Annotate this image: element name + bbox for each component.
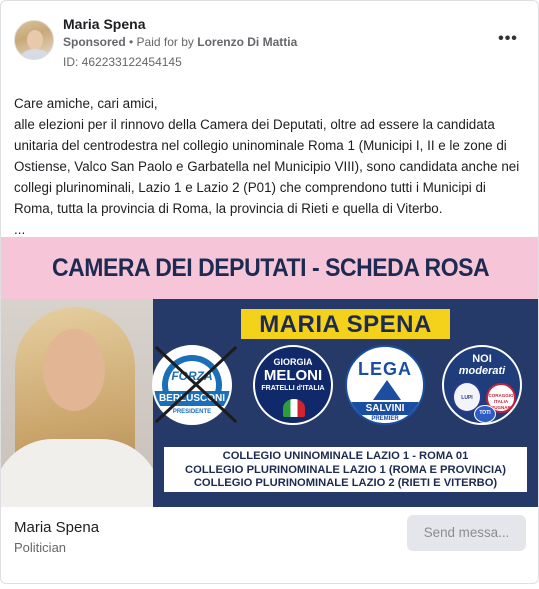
paid-for-prefix: Paid for by [136, 35, 198, 49]
footer-category: Politician [14, 540, 67, 555]
nm-top: NOI [472, 353, 492, 365]
warrior-icon [373, 380, 401, 400]
fratelli-italia-logo: GIORGIA MELONI FRATELLI d'ITALIA [253, 345, 333, 425]
noi-moderati-logo: NOI moderati LUPI CORAGGIO ITALIA BRUGNA… [442, 345, 522, 425]
advertiser-name[interactable]: Maria Spena [63, 16, 145, 32]
college-line: COLLEGIO PLURINOMINALE LAZIO 2 (RIETI E … [193, 477, 498, 489]
colleges-box: COLLEGIO UNINOMINALE LAZIO 1 - ROMA 01 C… [164, 447, 527, 492]
toti-label: TOTI [479, 410, 491, 416]
candidate-face [43, 329, 105, 411]
ad-id: ID: 462233122454145 [63, 55, 182, 69]
meta-separator: • [125, 35, 137, 49]
footer-page-name[interactable]: Maria Spena [14, 519, 99, 536]
college-line: COLLEGIO PLURINOMINALE LAZIO 1 (ROMA E P… [185, 463, 506, 476]
creative-headline: CAMERA DEI DEPUTATI - SCHEDA ROSA [51, 254, 490, 282]
post-greeting: Care amiche, cari amici, [14, 96, 158, 111]
lega-logo: LEGA SALVINI PREMIER [345, 345, 425, 425]
tricolor-flame-icon [283, 399, 305, 417]
avatar-face [27, 30, 43, 50]
send-message-button[interactable]: Send messa... [407, 515, 526, 551]
candidate-name: MARIA SPENA [259, 311, 432, 338]
lupi-label: LUPI [461, 395, 473, 401]
post-text: Care amiche, cari amici, alle elezioni p… [14, 93, 529, 240]
avatar-shoulders [21, 49, 49, 59]
candidate-name-banner: MARIA SPENA [241, 309, 450, 339]
post-paragraph: alle elezioni per il rinnovo della Camer… [14, 117, 520, 216]
lega-sub: SALVINI [347, 402, 423, 415]
paid-for-by-name: Lorenzo Di Mattia [197, 35, 298, 49]
fdi-sub: FRATELLI d'ITALIA [261, 385, 325, 392]
candidate-jacket [1, 439, 153, 507]
college-line: COLLEGIO UNINOMINALE LAZIO 1 - ROMA 01 [222, 450, 469, 462]
more-options-icon[interactable]: ••• [497, 31, 519, 51]
advertiser-avatar[interactable] [14, 20, 54, 60]
ad-creative-image[interactable]: CAMERA DEI DEPUTATI - SCHEDA ROSA MARIA … [1, 237, 538, 507]
lega-main: LEGA [357, 359, 412, 379]
lega-small: PREMIER [371, 416, 399, 422]
sponsored-label: Sponsored [63, 35, 126, 49]
ad-card: Maria Spena Sponsored • Paid for by Lore… [0, 0, 539, 584]
fdi-main: MELONI [263, 367, 323, 384]
nm-main: moderati [458, 365, 506, 377]
fdi-top: GIORGIA [273, 357, 313, 367]
headline-band: CAMERA DEI DEPUTATI - SCHEDA ROSA [1, 237, 538, 299]
candidate-photo [1, 299, 153, 507]
sponsored-line: Sponsored • Paid for by Lorenzo Di Matti… [63, 35, 297, 49]
